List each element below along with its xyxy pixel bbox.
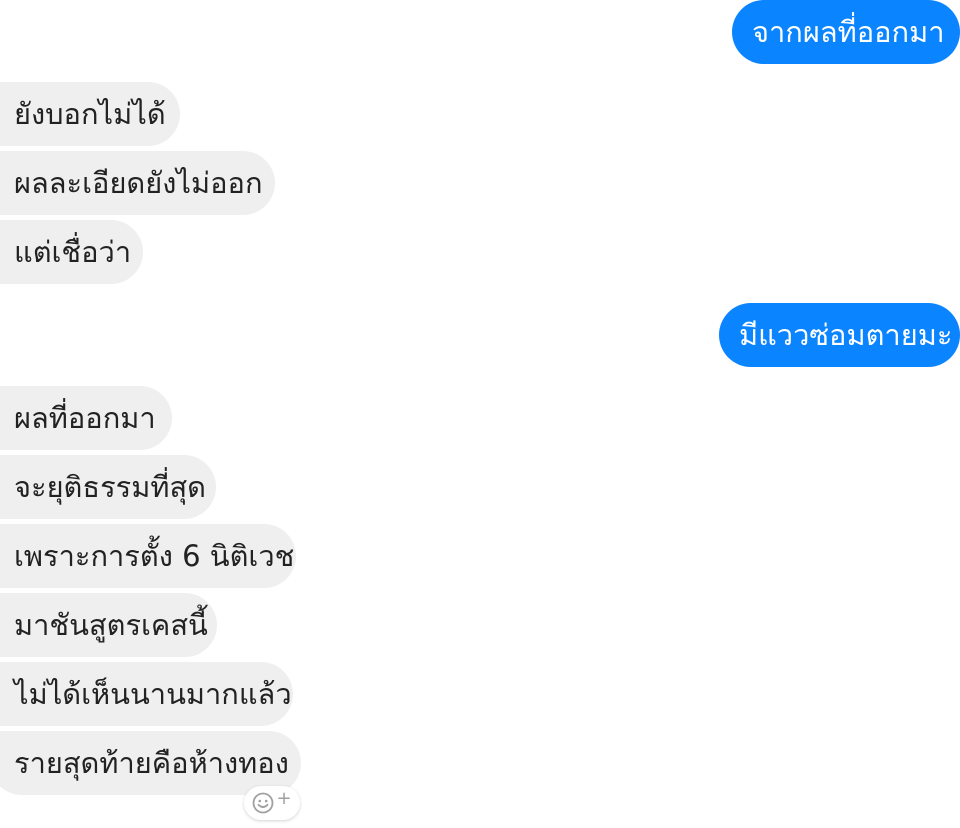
message-text: ยังบอกไม่ได้ — [14, 96, 166, 131]
message-text: ไม่ได้เห็นนานมากแล้ว — [14, 676, 292, 711]
message-text: แต่เชื่อว่า — [14, 234, 132, 269]
incoming-message[interactable]: ไม่ได้เห็นนานมากแล้ว — [0, 662, 293, 726]
incoming-message[interactable]: ยังบอกไม่ได้ — [0, 82, 180, 146]
incoming-message[interactable]: ผลที่ออกมา — [0, 386, 172, 450]
message-text: มาชันสูตรเคสนี้ — [14, 607, 208, 642]
incoming-message[interactable]: เพราะการตั้ง 6 นิติเวช — [0, 524, 296, 588]
outgoing-message[interactable]: มีแววซ่อมตายมะ — [719, 303, 960, 367]
message-text: รายสุดท้ายคือห้างทอง — [14, 745, 289, 780]
message-text: ผลที่ออกมา — [14, 400, 156, 435]
incoming-message[interactable]: จะยุติธรรมที่สุด — [0, 455, 216, 519]
incoming-message[interactable]: รายสุดท้ายคือห้างทอง — [0, 731, 301, 795]
message-text: จากผลที่ออกมา — [752, 14, 945, 49]
message-text: มีแววซ่อมตายมะ — [739, 317, 953, 352]
incoming-message[interactable]: แต่เชื่อว่า — [0, 220, 143, 284]
incoming-message[interactable]: มาชันสูตรเคสนี้ — [0, 593, 217, 657]
add-reaction-button[interactable]: + — [244, 786, 300, 820]
smiley-add-icon — [252, 792, 274, 814]
message-text: ผลละเอียดยังไม่ออก — [14, 165, 263, 200]
incoming-message[interactable]: ผลละเอียดยังไม่ออก — [0, 151, 275, 215]
message-text: จะยุติธรรมที่สุด — [14, 469, 207, 504]
plus-icon: + — [276, 788, 292, 809]
message-text: เพราะการตั้ง 6 นิติเวช — [14, 538, 295, 573]
outgoing-message[interactable]: จากผลที่ออกมา — [732, 0, 960, 64]
